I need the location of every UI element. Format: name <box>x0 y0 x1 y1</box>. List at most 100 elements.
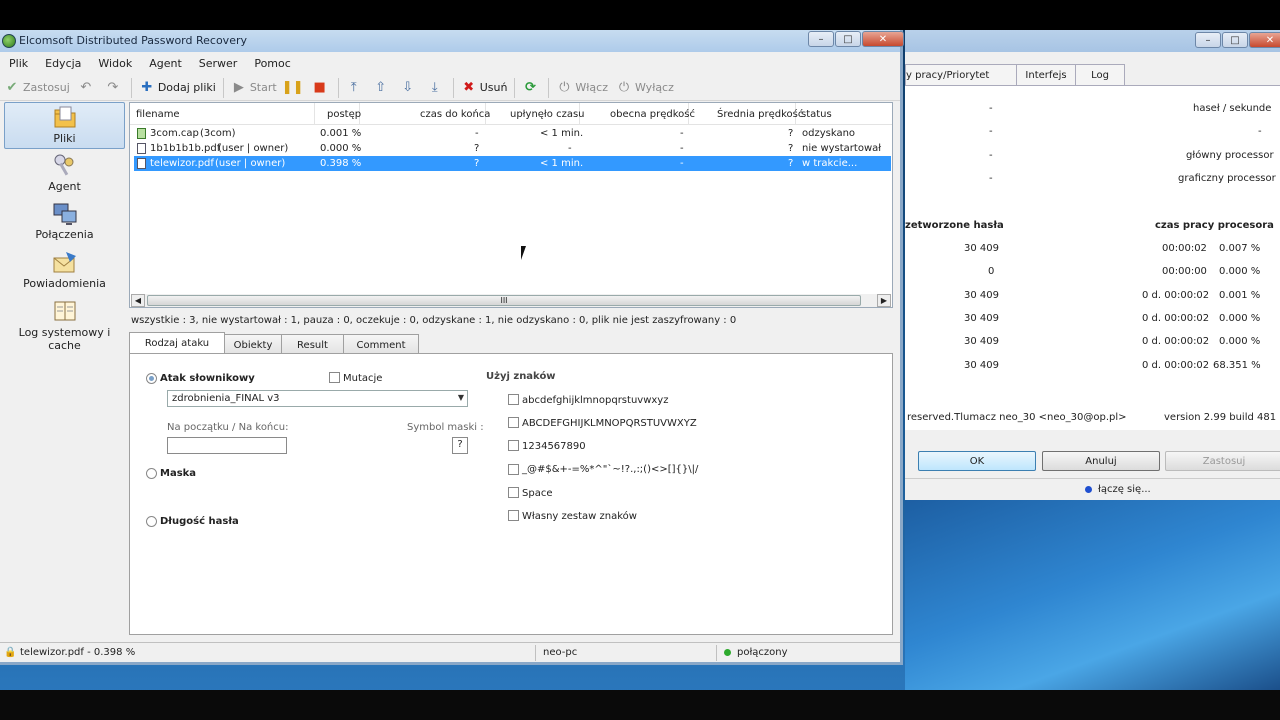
minimize-button[interactable]: – <box>808 31 834 47</box>
start-button[interactable]: ▶ Start <box>227 77 281 99</box>
charset-lowercase-checkbox[interactable] <box>508 394 519 405</box>
settings-minimize-button[interactable]: – <box>1195 32 1221 48</box>
arrow-down-icon: ⇩ <box>402 80 414 95</box>
horizontal-scrollbar[interactable]: ◀ III ▶ <box>131 294 891 307</box>
add-files-button[interactable]: ✚ Dodaj pliki <box>135 77 220 99</box>
status-divider <box>535 645 536 661</box>
start-end-input[interactable] <box>167 437 287 454</box>
disable-button[interactable]: ⏻ Wyłącz <box>612 77 678 99</box>
cell-user: (user | owner) <box>218 143 289 154</box>
mouse-cursor-icon <box>521 246 531 260</box>
apply-toolbar-button[interactable]: ✔ Zastosuj <box>0 77 74 99</box>
cell-average-speed: ? <box>788 143 794 154</box>
move-bottom-icon: ⤓ <box>431 80 438 95</box>
column-progress[interactable]: postęp <box>315 103 361 125</box>
move-down-button[interactable]: ⇩ <box>396 77 423 99</box>
sidebar-item-agent[interactable]: Agent <box>4 151 125 198</box>
dictionary-select[interactable]: zdrobnienia_FINAL v3 ▼ <box>167 390 468 407</box>
dictionary-attack-radio[interactable] <box>146 373 157 384</box>
tab-priority[interactable]: y pracy/Priorytet <box>905 64 1017 86</box>
sidebar-item-files[interactable]: Pliki <box>4 102 125 149</box>
mask-symbol-input[interactable]: ? <box>452 437 468 454</box>
tab-attack-type[interactable]: Rodzaj ataku <box>129 332 225 355</box>
network-computers-icon <box>53 203 76 225</box>
refresh-button[interactable]: ⟳ <box>518 77 545 99</box>
checkmark-icon: ✔ <box>6 80 18 95</box>
scroll-right-button[interactable]: ▶ <box>877 294 891 307</box>
charset-space-checkbox[interactable] <box>508 487 519 498</box>
menu-view[interactable]: Widok <box>89 55 140 73</box>
maximize-button[interactable]: □ <box>835 31 861 47</box>
tab-objects[interactable]: Obiekty <box>224 334 282 355</box>
charset-special-checkbox[interactable] <box>508 464 519 475</box>
status-host: neo-pc <box>543 647 578 658</box>
remove-label: Usuń <box>479 81 508 94</box>
file-list-header: filename postęp czas do końca upłynęło c… <box>130 103 892 125</box>
agent-percent: 0.000 % <box>1219 313 1261 324</box>
table-row-selected[interactable]: telewizor.pdf (user | owner) 0.398 % ? <… <box>134 156 891 171</box>
table-row[interactable]: 3com.cap (3com) 0.001 % - < 1 min. - ? o… <box>134 126 891 141</box>
move-bottom-button[interactable]: ⤓ <box>423 77 450 99</box>
sidebar: Pliki Agent Połączenia Powiadomienia Log… <box>4 102 125 662</box>
cell-filename: 3com.cap <box>150 128 199 139</box>
column-average-speed[interactable]: Średnia prędkość <box>689 103 803 125</box>
menu-agent[interactable]: Agent <box>140 55 190 73</box>
close-button[interactable]: ✕ <box>862 31 904 47</box>
undo-button[interactable]: ↶ <box>74 77 101 99</box>
screen-letterbox-top <box>0 0 1280 30</box>
menu-help[interactable]: Pomoc <box>245 55 298 73</box>
cell-status: odzyskano <box>802 128 856 139</box>
settings-close-button[interactable]: ✕ <box>1249 32 1280 48</box>
cell-current-speed: - <box>680 158 684 169</box>
cancel-button[interactable]: Anuluj <box>1042 451 1160 471</box>
table-row[interactable]: 1b1b1b1b.pdf (user | owner) 0.000 % ? - … <box>134 141 891 156</box>
column-filename[interactable]: filename <box>130 103 315 125</box>
version-text: version 2.99 build 481 <box>1164 412 1277 423</box>
mask-symbol-label: Symbol maski : <box>407 422 484 433</box>
charset-custom-checkbox[interactable] <box>508 510 519 521</box>
column-current-speed[interactable]: obecna prędkość <box>580 103 695 125</box>
apply-button[interactable]: Zastosuj <box>1165 451 1280 471</box>
column-status[interactable]: status <box>796 103 892 125</box>
menu-server[interactable]: Serwer <box>190 55 246 73</box>
menu-file[interactable]: Plik <box>0 55 36 73</box>
disable-label: Wyłącz <box>635 81 674 94</box>
cell-elapsed: - <box>568 143 572 154</box>
sidebar-item-notifications[interactable]: Powiadomienia <box>4 248 125 295</box>
ok-button[interactable]: OK <box>918 451 1036 471</box>
mask-label: Maska <box>160 468 197 479</box>
settings-maximize-button[interactable]: □ <box>1222 32 1248 48</box>
lock-status-icon: 🔒 <box>4 647 17 658</box>
mutations-checkbox[interactable] <box>329 372 340 383</box>
sidebar-label: Połączenia <box>35 228 94 241</box>
charset-uppercase-checkbox[interactable] <box>508 417 519 428</box>
redo-button[interactable]: ↷ <box>101 77 128 99</box>
file-list: filename postęp czas do końca upłynęło c… <box>129 102 893 308</box>
tab-log[interactable]: Log <box>1075 64 1125 86</box>
pause-button[interactable]: ❚❚ <box>281 77 308 99</box>
remove-button[interactable]: ✖ Usuń <box>457 77 512 99</box>
scroll-left-button[interactable]: ◀ <box>131 294 145 307</box>
password-length-radio[interactable] <box>146 516 157 527</box>
toolbar-separator <box>514 77 516 98</box>
mask-radio[interactable] <box>146 468 157 479</box>
sidebar-item-connections[interactable]: Połączenia <box>4 199 125 246</box>
scroll-thumb[interactable]: III <box>147 295 861 306</box>
settings-panel <box>905 85 1280 430</box>
tab-interface[interactable]: Interfejs <box>1016 64 1076 86</box>
enable-button[interactable]: ⏻ Włącz <box>552 77 612 99</box>
sidebar-item-system-log[interactable]: Log systemowy i cache <box>4 297 125 352</box>
stat-label: haseł / sekunde <box>1193 103 1272 114</box>
move-top-button[interactable]: ⤒ <box>342 77 369 99</box>
sidebar-label: Powiadomienia <box>23 277 106 290</box>
agent-time: 0 d. 00:00:02 <box>1142 313 1210 324</box>
column-elapsed[interactable]: upłynęło czasu <box>486 103 585 125</box>
column-remaining[interactable]: czas do końca <box>360 103 490 125</box>
tab-result[interactable]: Result <box>281 334 344 355</box>
move-up-button[interactable]: ⇧ <box>369 77 396 99</box>
charset-digits-checkbox[interactable] <box>508 440 519 451</box>
tab-comment[interactable]: Comment <box>343 334 419 355</box>
menu-edit[interactable]: Edycja <box>36 55 89 73</box>
stop-button[interactable]: ■ <box>308 77 335 99</box>
charset-space-label: Space <box>522 488 553 499</box>
